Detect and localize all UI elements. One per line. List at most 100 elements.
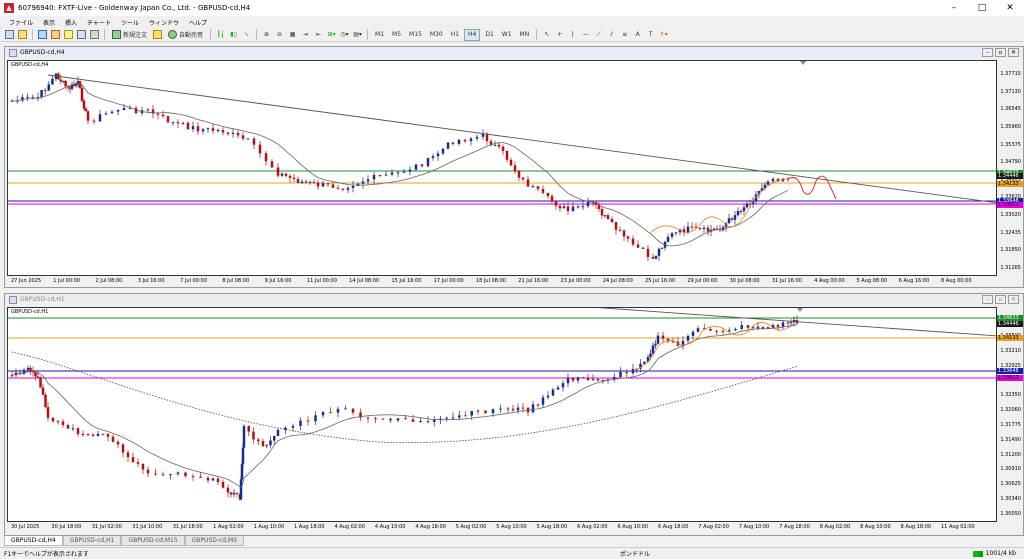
new-chart-button[interactable]	[4, 29, 15, 41]
chart-h1-restore-button[interactable]: ▫	[995, 295, 1006, 304]
candle-body	[98, 114, 102, 122]
arrows-tool-icon[interactable]: ⇑▾	[658, 29, 669, 41]
tab-gbpusd-m15[interactable]: GBPUSD-cd,M15	[121, 536, 185, 546]
menu-file[interactable]: ファイル	[4, 18, 38, 27]
candle-body	[591, 379, 595, 381]
candle-body	[346, 187, 350, 190]
price-tag: 1.34133	[997, 335, 1023, 341]
candle-body	[475, 136, 479, 139]
menu-bar: ファイル 表示 挿入 チャート ツール ウィンドウ ヘルプ	[0, 16, 1024, 28]
candle-body	[596, 379, 600, 381]
menu-help[interactable]: ヘルプ	[184, 18, 212, 27]
profiles-button[interactable]	[17, 29, 28, 41]
h4-chart-plot[interactable]: GBPUSD-cd,H4	[7, 60, 997, 276]
trendline	[47, 74, 996, 204]
menu-window[interactable]: ウィンドウ	[144, 18, 184, 27]
tab-gbpusd-h1[interactable]: GBPUSD-cd,H1	[62, 536, 122, 546]
timeframe-m5[interactable]: M5	[389, 29, 404, 41]
trendline-icon[interactable]: ⟋	[593, 29, 604, 41]
timeframe-m30[interactable]: M30	[427, 29, 446, 41]
data-window-button[interactable]	[50, 29, 61, 41]
candle-body	[39, 377, 42, 388]
label-tool-icon[interactable]: T	[645, 29, 656, 41]
maximize-button[interactable]: □	[968, 0, 996, 16]
menu-chart[interactable]: チャート	[82, 18, 116, 27]
chart-h1-close-button[interactable]: ✕	[1008, 295, 1019, 304]
zoom-out-icon[interactable]: ⊖	[274, 29, 285, 41]
text-tool-icon[interactable]: A	[632, 29, 643, 41]
crosshair-icon[interactable]: +	[554, 29, 565, 41]
time-label: 1 Aug 10:00	[253, 524, 285, 530]
candle-body	[586, 377, 590, 381]
candle-body	[733, 215, 737, 220]
autoscroll-icon[interactable]: ⇥	[300, 29, 311, 41]
candle-body	[176, 472, 180, 475]
tab-gbpusd-h4[interactable]: GBPUSD-cd,H4	[4, 536, 63, 546]
menu-tools[interactable]: ツール	[116, 18, 144, 27]
indicators-icon[interactable]: ⊞▾	[326, 29, 337, 41]
timeframe-mn[interactable]: MN	[517, 29, 533, 41]
tab-gbpusd-m5[interactable]: GBPUSD-cd,M5	[184, 536, 245, 546]
metaeditor-button[interactable]	[152, 29, 163, 41]
terminal-button[interactable]	[76, 29, 87, 41]
time-axis-h1[interactable]: 30 Jul 2025 30 Jul 18:00 31 Jul 02:00 31 Ju…	[7, 522, 997, 532]
timeframe-w1[interactable]: W1	[499, 29, 515, 41]
tile-windows-icon[interactable]: ▦	[287, 29, 298, 41]
chart-window-h1: GBPUSD-cd,H1 – ▫ ✕ GBPUSD-cd,H1 1.337901…	[4, 293, 1024, 536]
time-axis-h4[interactable]: 27 Jun 2025 1 Jul 00:00 2 Jul 08:00 3 Jul 1…	[7, 276, 997, 286]
candle-body	[191, 476, 195, 478]
price-tag: 1.33648	[997, 368, 1023, 374]
cursor-icon[interactable]: ↖	[541, 29, 552, 41]
line-chart-button[interactable]: ∿	[241, 29, 252, 41]
time-label: 4 Aug 00:00	[814, 278, 845, 284]
candle-chart-button[interactable]: ▮▯	[228, 29, 239, 41]
candle-body	[378, 174, 382, 176]
chart-h4-restore-button[interactable]: ▫	[995, 48, 1006, 57]
timeframe-h1[interactable]: H1	[448, 29, 462, 41]
chart-h1-minimize-button[interactable]: –	[982, 295, 993, 304]
vertical-line-icon[interactable]: |	[567, 29, 578, 41]
price-axis-h1[interactable]: 1.337901.335001.332101.329251.326401.323…	[997, 307, 1023, 522]
periods-icon[interactable]: ◷▾	[339, 29, 350, 41]
auto-trading-label: 自動売買	[179, 32, 204, 39]
candle-body	[497, 144, 501, 147]
timeframe-m15[interactable]: M15	[406, 29, 425, 41]
market-watch-button[interactable]	[37, 29, 48, 41]
candle-body	[329, 412, 332, 414]
h1-chart-plot[interactable]: GBPUSD-cd,H1	[7, 307, 997, 522]
time-label: 5 Aug 08:00	[856, 278, 887, 284]
candle-body	[366, 417, 370, 419]
zoom-in-icon[interactable]: ⊕	[261, 29, 272, 41]
close-button[interactable]: ✕	[996, 0, 1024, 16]
menu-view[interactable]: 表示	[38, 18, 60, 27]
status-profile[interactable]: ポンドドル	[620, 549, 680, 558]
candle-body	[541, 189, 545, 193]
chart-shift-icon[interactable]: ⇤	[313, 29, 324, 41]
minimize-button[interactable]: –	[940, 0, 968, 16]
new-order-button[interactable]: 新規注文	[109, 29, 150, 41]
candle-body	[556, 387, 560, 390]
timeframe-d1[interactable]: D1	[482, 29, 496, 41]
horizontal-line-icon[interactable]: —	[580, 29, 591, 41]
candle-body	[308, 181, 312, 183]
candle-body	[499, 408, 502, 410]
channel-icon[interactable]: ⫽	[606, 29, 617, 41]
timeframe-h4[interactable]: H4	[464, 28, 481, 41]
candle-body	[730, 218, 734, 220]
price-axis-h4[interactable]: 1.37715 1.37130 1.36545 1.35960 1.35375 1.347…	[997, 60, 1023, 276]
candle-body	[746, 325, 750, 328]
bar-chart-button[interactable]: ┃╽	[215, 29, 226, 41]
navigator-button[interactable]	[63, 29, 74, 41]
chart-h4-close-button[interactable]: ✕	[1008, 48, 1019, 57]
tester-button[interactable]	[89, 29, 100, 41]
status-connection[interactable]: 1001/4 kb	[972, 550, 1016, 557]
chart-h4-minimize-button[interactable]: –	[982, 48, 993, 57]
timeframe-m1[interactable]: M1	[372, 29, 387, 41]
candle-body	[111, 436, 115, 442]
templates-icon[interactable]: ▤▾	[352, 29, 363, 41]
fibonacci-icon[interactable]: ≡	[619, 29, 630, 41]
menu-insert[interactable]: 挿入	[60, 18, 82, 27]
auto-trading-button[interactable]: 自動売買	[165, 29, 206, 41]
candle-body	[566, 206, 570, 211]
candle-body	[576, 377, 580, 381]
